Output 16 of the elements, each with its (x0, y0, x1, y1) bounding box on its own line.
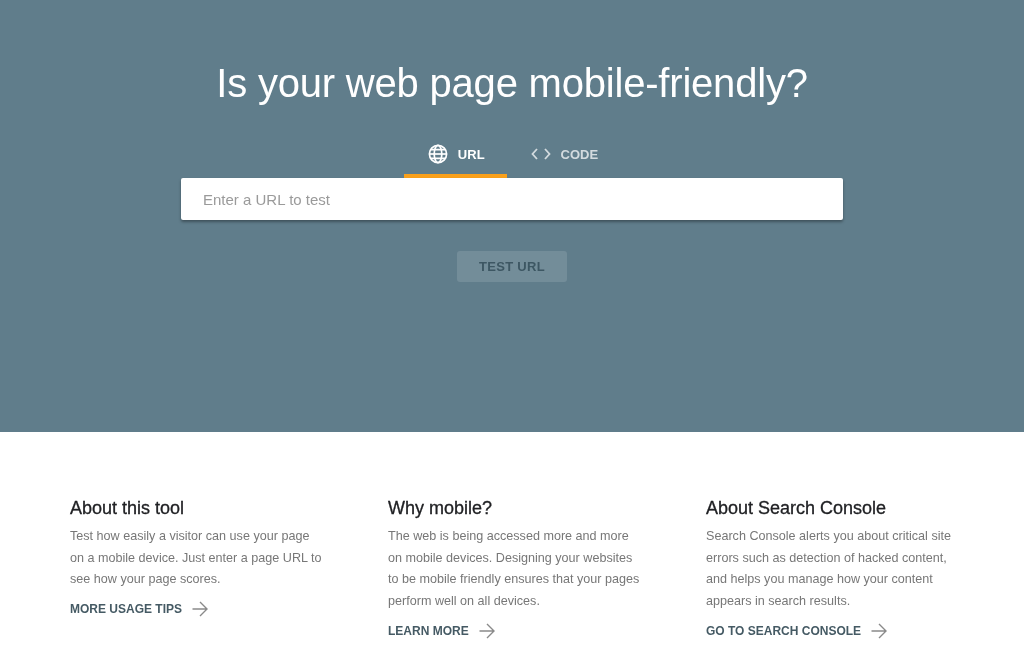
section-link[interactable]: LEARN MORE (388, 620, 495, 641)
section-text: The web is being accessed more and more on mobile devices. Designing your websites to be mobile friendly ensures that your pages perform well on all devices. (388, 528, 641, 611)
url-input-field[interactable]: Enter a URL to test (181, 178, 843, 220)
arrow-icon (192, 601, 208, 618)
section-heading: About this tool (70, 497, 186, 520)
globe-icon (427, 144, 448, 164)
section-text: Search Console alerts you about critical site errors such as detection of hacked content, and helps you manage how your content appears in search results. (706, 528, 952, 611)
section-link[interactable]: MORE USAGE TIPS (70, 599, 208, 620)
arrow-icon (478, 622, 495, 639)
code-brackets-icon (530, 148, 551, 160)
section-heading: About Search Console (706, 497, 888, 520)
section-link[interactable]: GO TO SEARCH CONSOLE (706, 620, 888, 641)
arrow-icon (871, 622, 888, 639)
section-heading: Why mobile? (388, 497, 494, 520)
page-title: Is your web page mobile-friendly? (216, 60, 808, 107)
section-text: Test how easily a visitor can use your page on a mobile device. Just enter a page URL to see how your page scores. (70, 528, 323, 589)
